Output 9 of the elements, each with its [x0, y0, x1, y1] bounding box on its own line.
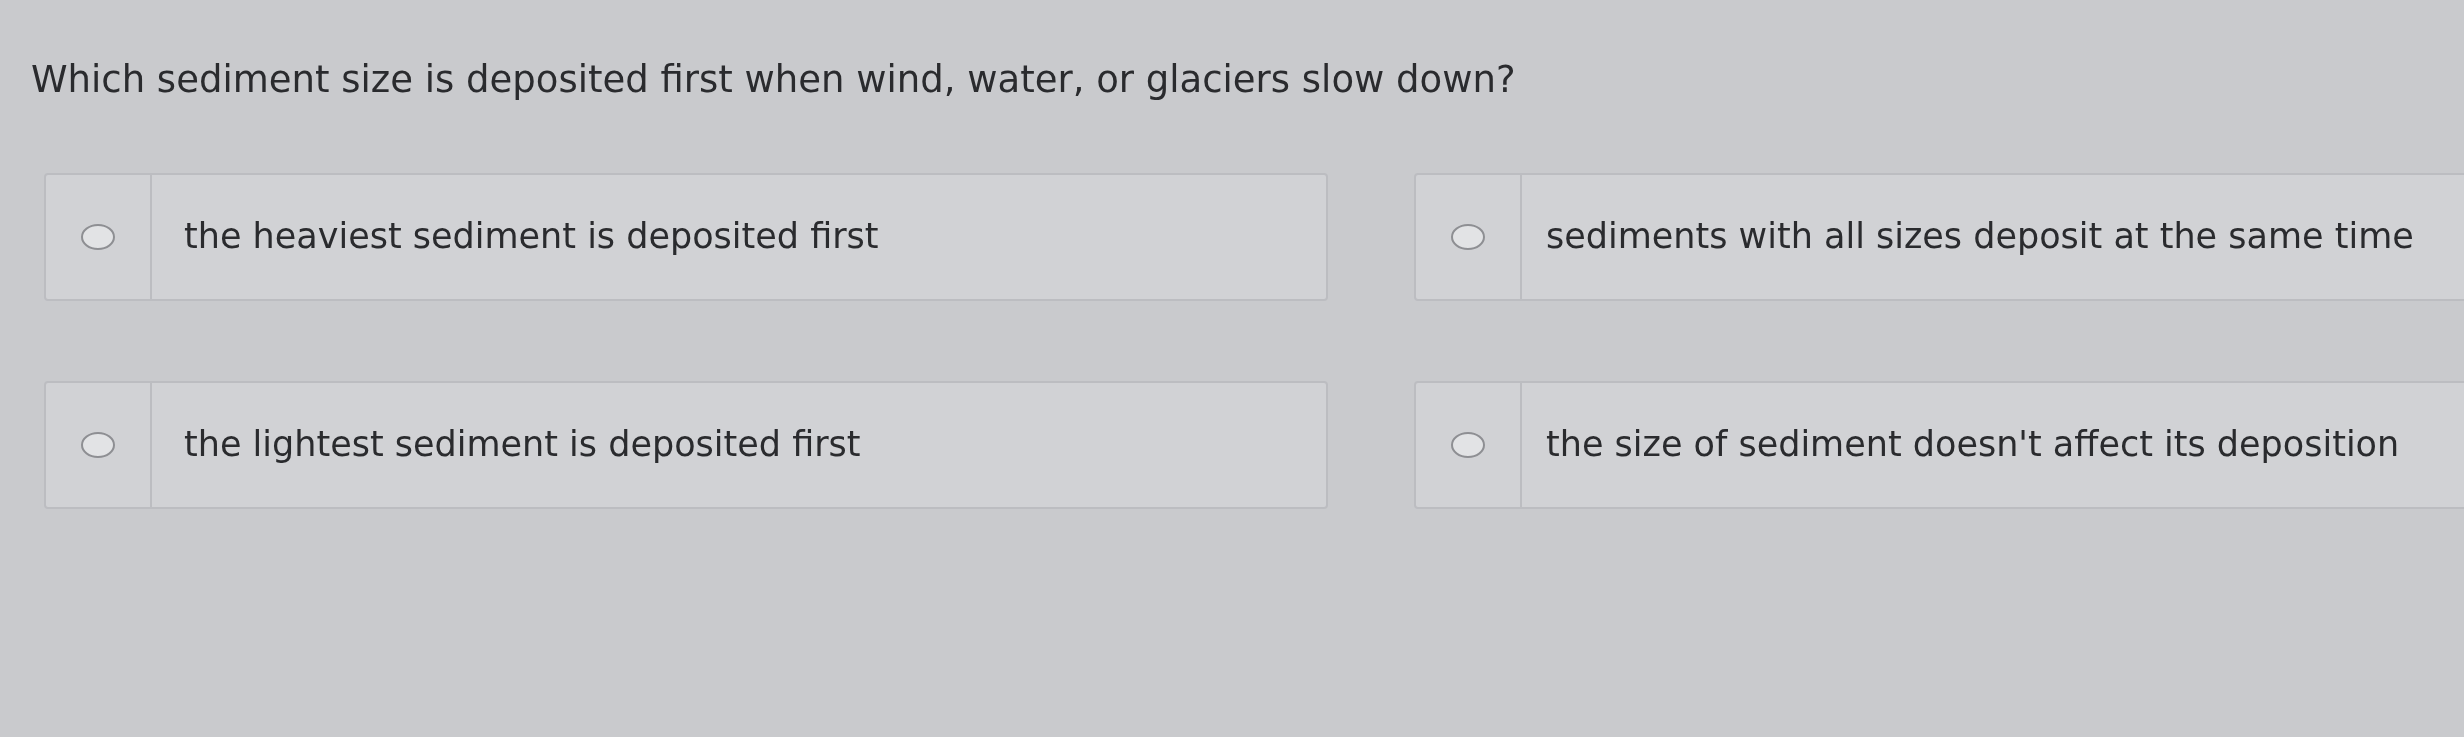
radio-button[interactable] [1451, 432, 1485, 458]
answer-option[interactable]: the heaviest sediment is deposited first [44, 173, 1328, 301]
radio-button[interactable] [81, 432, 115, 458]
answer-option[interactable]: the lightest sediment is deposited first [44, 381, 1328, 509]
answer-option[interactable]: the size of sediment doesn't affect its deposition [1414, 381, 2464, 509]
answer-option[interactable]: sediments with all sizes deposit at the same time [1414, 173, 2464, 301]
radio-button[interactable] [1451, 224, 1485, 250]
question-text: Which sediment size is deposited first when wind, water, or glaciers slow down? [31, 58, 1517, 101]
radio-button[interactable] [81, 224, 115, 250]
